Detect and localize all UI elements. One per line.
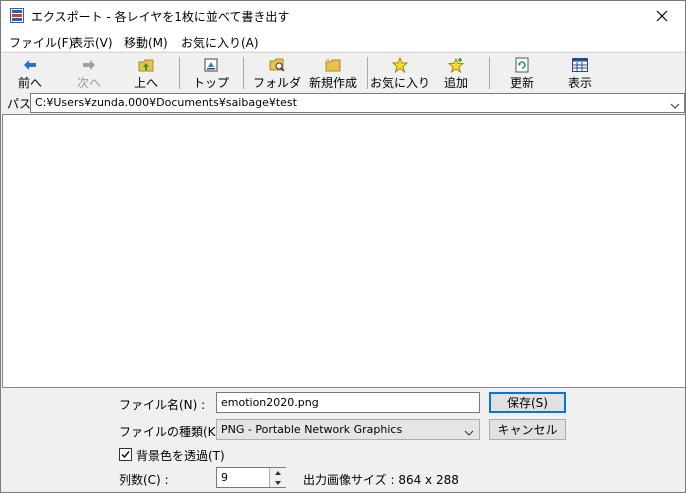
add-favorite-button[interactable]: 追加: [441, 55, 471, 91]
filetype-value: PNG - Portable Network Graphics: [221, 423, 403, 436]
triangle-up-icon: [275, 470, 281, 475]
up-button[interactable]: 上へ: [131, 55, 161, 91]
file-list[interactable]: [2, 114, 685, 388]
star-icon: [391, 56, 409, 73]
columns-label: 列数(C) :: [119, 473, 169, 487]
menu-file[interactable]: ファイル(F): [9, 34, 73, 51]
columns-value: 9: [221, 471, 228, 484]
filename-input[interactable]: emotion2020.png: [216, 392, 480, 413]
back-button[interactable]: 前へ: [15, 55, 45, 91]
home-folder-icon: [202, 56, 220, 73]
arrow-right-icon: [80, 56, 98, 73]
star-add-icon: [447, 56, 465, 73]
path-label: パス: [7, 97, 32, 111]
filetype-select[interactable]: PNG - Portable Network Graphics: [216, 419, 480, 440]
close-icon: [656, 10, 668, 22]
spin-up-button[interactable]: [270, 468, 286, 477]
menu-move[interactable]: 移動(M): [124, 34, 168, 51]
close-button[interactable]: [639, 1, 685, 31]
spin-down-button[interactable]: [270, 478, 286, 487]
toolbar-separator: [489, 57, 490, 89]
checkmark-icon: [121, 451, 130, 459]
folder-up-icon: [137, 56, 155, 73]
new-folder-icon: [324, 56, 342, 73]
window-title: エクスポート - 各レイヤを1枚に並べて書き出す: [31, 10, 290, 24]
output-size-text: 出力画像サイズ : 864 x 288: [303, 473, 459, 487]
filetype-label: ファイルの種類(K) :: [119, 425, 229, 439]
top-button[interactable]: トップ: [193, 55, 229, 91]
columns-spinner: [269, 468, 286, 487]
grid-view-icon: [571, 56, 589, 73]
toolbar-separator: [243, 57, 244, 89]
view-button[interactable]: 表示: [565, 55, 595, 91]
favorites-label: お気に入り: [370, 76, 431, 90]
path-combobox[interactable]: C:¥Users¥zunda.000¥Documents¥saibage¥tes…: [30, 93, 685, 113]
folder-label: フォルダ: [253, 76, 302, 90]
folder-search-icon: [268, 56, 286, 73]
filename-label: ファイル名(N) :: [119, 398, 206, 412]
forward-label: 次へ: [76, 76, 101, 90]
app-icon: [10, 8, 24, 23]
triangle-down-icon: [275, 480, 281, 485]
save-button[interactable]: 保存(S): [489, 392, 566, 413]
transparent-checkbox[interactable]: [119, 448, 132, 461]
title-bar: エクスポート - 各レイヤを1枚に並べて書き出す: [1, 1, 685, 31]
favorites-button[interactable]: お気に入り: [370, 55, 431, 91]
arrow-left-icon: [21, 56, 39, 73]
menu-view[interactable]: 表示(V): [71, 34, 113, 51]
menu-favorites[interactable]: お気に入り(A): [181, 34, 259, 51]
new-label: 新規作成: [308, 76, 357, 90]
view-label: 表示: [567, 76, 592, 90]
refresh-icon: [513, 56, 531, 73]
back-label: 前へ: [17, 76, 42, 90]
menu-bar: ファイル(F) 表示(V) 移動(M) お気に入り(A): [1, 31, 685, 51]
cancel-button[interactable]: キャンセル: [489, 419, 566, 440]
forward-button[interactable]: 次へ: [74, 55, 104, 91]
add-label: 追加: [443, 76, 468, 90]
toolbar-separator: [179, 57, 180, 89]
path-value: C:¥Users¥zunda.000¥Documents¥saibage¥tes…: [35, 96, 297, 109]
folder-button[interactable]: フォルダ: [253, 55, 301, 91]
new-folder-button[interactable]: 新規作成: [307, 55, 359, 91]
chevron-down-icon: [670, 98, 680, 112]
chevron-down-icon: [464, 426, 474, 439]
export-dialog: エクスポート - 各レイヤを1枚に並べて書き出す ファイル(F) 表示(V) 移…: [0, 0, 686, 493]
up-label: 上へ: [133, 76, 158, 90]
transparent-label: 背景色を透過(T): [136, 449, 225, 463]
toolbar-separator: [367, 57, 368, 89]
refresh-label: 更新: [509, 76, 534, 90]
toolbar: 前へ 次へ 上へ トップ フォルダ 新規作成 お気に入り 追加 更新 表示: [1, 52, 685, 93]
top-label: トップ: [193, 76, 230, 90]
refresh-button[interactable]: 更新: [507, 55, 537, 91]
path-bar: パス C:¥Users¥zunda.000¥Documents¥saibage¥…: [1, 93, 685, 113]
